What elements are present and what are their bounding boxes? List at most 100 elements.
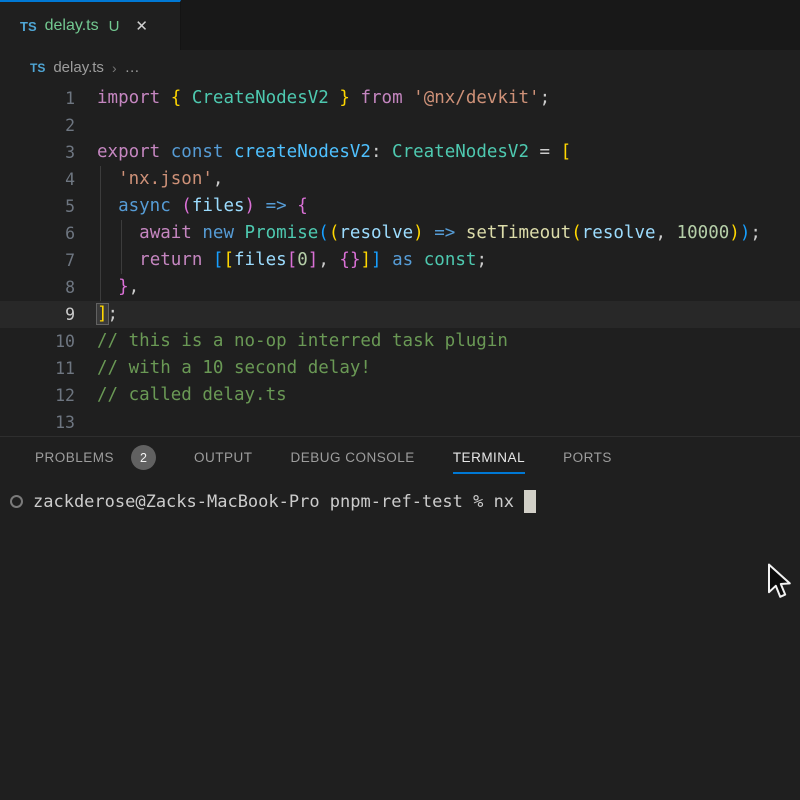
- code-token: return: [139, 250, 213, 270]
- code-text[interactable]: export const createNodesV2: CreateNodesV…: [75, 139, 571, 166]
- code-token: [329, 88, 340, 108]
- line-number[interactable]: 9: [0, 305, 75, 324]
- line-number[interactable]: 8: [0, 278, 75, 297]
- code-token: ;: [476, 250, 487, 270]
- panel-tab-debug-console[interactable]: DEBUG CONSOLE: [291, 442, 415, 474]
- code-token: ]: [97, 304, 108, 324]
- panel-tab-label: TERMINAL: [453, 450, 525, 465]
- code-text[interactable]: ];: [75, 301, 118, 328]
- code-line[interactable]: 4 'nx.json',: [0, 166, 800, 193]
- code-token: {: [171, 88, 182, 108]
- code-token: ]: [361, 250, 372, 270]
- line-number[interactable]: 11: [0, 359, 75, 378]
- code-token: Promise: [245, 223, 319, 243]
- code-line[interactable]: 6 await new Promise((resolve) => setTime…: [0, 220, 800, 247]
- code-token: ;: [540, 88, 551, 108]
- line-number[interactable]: 2: [0, 116, 75, 135]
- code-token: CreateNodesV2: [192, 88, 329, 108]
- code-token: ,: [656, 223, 677, 243]
- code-token: // with a 10 second delay!: [97, 358, 371, 378]
- code-token: ): [729, 223, 740, 243]
- code-token: }: [118, 277, 129, 297]
- code-line[interactable]: 9];: [0, 301, 800, 328]
- code-line[interactable]: 5 async (files) => {: [0, 193, 800, 220]
- tab-delay-ts[interactable]: TS delay.ts U ✕: [0, 0, 181, 50]
- panel-tab-label: PROBLEMS: [35, 450, 114, 465]
- line-number[interactable]: 7: [0, 251, 75, 270]
- code-text[interactable]: return [[files[0], {}]] as const;: [75, 247, 487, 274]
- code-token: (: [181, 196, 192, 216]
- code-text[interactable]: // with a 10 second delay!: [75, 355, 371, 382]
- code-token: 'nx.json': [118, 169, 213, 189]
- code-token: as: [382, 250, 424, 270]
- code-token: (: [329, 223, 340, 243]
- code-line[interactable]: 2: [0, 112, 800, 139]
- panel-tab-terminal[interactable]: TERMINAL: [453, 442, 525, 474]
- code-token: createNodesV2: [234, 142, 371, 162]
- code-line[interactable]: 11 // with a 10 second delay!: [0, 355, 800, 382]
- code-token: ]: [371, 250, 382, 270]
- code-line[interactable]: 10// this is a no-op interred task plugi…: [0, 328, 800, 355]
- code-token: ;: [108, 304, 119, 324]
- line-number[interactable]: 13: [0, 413, 75, 432]
- code-line[interactable]: 7 return [[files[0], {}]] as const;: [0, 247, 800, 274]
- code-line[interactable]: 8 },: [0, 274, 800, 301]
- code-token: 0: [297, 250, 308, 270]
- line-number[interactable]: 5: [0, 197, 75, 216]
- code-token: 10000: [677, 223, 730, 243]
- close-icon[interactable]: ✕: [135, 17, 148, 35]
- code-token: [: [561, 142, 572, 162]
- code-token: (: [571, 223, 582, 243]
- panel-tab-label: OUTPUT: [194, 450, 253, 465]
- breadcrumb-file[interactable]: delay.ts: [53, 59, 104, 76]
- code-token: [350, 88, 361, 108]
- code-token: }: [339, 88, 350, 108]
- code-token: ]: [308, 250, 319, 270]
- code-text[interactable]: },: [75, 274, 139, 301]
- code-token: [: [213, 250, 224, 270]
- panel-tab-output[interactable]: OUTPUT: [194, 442, 253, 474]
- panel-tab-label: PORTS: [563, 450, 612, 465]
- code-token: :: [371, 142, 392, 162]
- command-decoration-icon: [10, 495, 23, 508]
- terminal-prompt: zackderose@Zacks-MacBook-Pro pnpm-ref-te…: [33, 492, 514, 512]
- tab-label: delay.ts: [45, 17, 99, 35]
- line-number[interactable]: 6: [0, 224, 75, 243]
- code-token: new: [202, 223, 244, 243]
- code-text[interactable]: // called delay.ts: [75, 382, 287, 409]
- line-number[interactable]: 4: [0, 170, 75, 189]
- code-token: from: [360, 88, 413, 108]
- code-text[interactable]: // this is a no-op interred task plugin: [75, 328, 508, 355]
- code-token: CreateNodesV2: [392, 142, 529, 162]
- code-text[interactable]: 'nx.json',: [75, 166, 223, 193]
- code-line[interactable]: 12// called delay.ts: [0, 382, 800, 409]
- problems-count-badge: 2: [131, 445, 156, 470]
- code-line[interactable]: 1import { CreateNodesV2 } from '@nx/devk…: [0, 85, 800, 112]
- line-number[interactable]: 3: [0, 143, 75, 162]
- line-number[interactable]: 1: [0, 89, 75, 108]
- code-token: await: [139, 223, 202, 243]
- code-line[interactable]: 3export const createNodesV2: CreateNodes…: [0, 139, 800, 166]
- code-token: {}: [339, 250, 360, 270]
- code-token: =>: [424, 223, 466, 243]
- line-number[interactable]: 12: [0, 386, 75, 405]
- code-token: '@nx/devkit': [413, 88, 539, 108]
- code-token: ): [413, 223, 424, 243]
- code-token: ,: [318, 250, 339, 270]
- breadcrumb-more[interactable]: …: [125, 59, 140, 76]
- code-token: const: [424, 250, 477, 270]
- panel-tab-problems[interactable]: PROBLEMS 2: [35, 437, 156, 479]
- bottom-panel: PROBLEMS 2 OUTPUT DEBUG CONSOLE TERMINAL PORT…: [0, 436, 800, 515]
- code-text[interactable]: import { CreateNodesV2 } from '@nx/devki…: [75, 85, 550, 112]
- code-token: ,: [213, 169, 224, 189]
- code-text[interactable]: await new Promise((resolve) => setTimeou…: [75, 220, 761, 247]
- code-text[interactable]: async (files) => {: [75, 193, 308, 220]
- code-line[interactable]: 13: [0, 409, 800, 436]
- panel-tab-ports[interactable]: PORTS: [563, 442, 612, 474]
- line-number[interactable]: 10: [0, 332, 75, 351]
- code-editor[interactable]: 1import { CreateNodesV2 } from '@nx/devk…: [0, 85, 800, 436]
- code-token: [97, 277, 118, 297]
- terminal[interactable]: zackderose@Zacks-MacBook-Pro pnpm-ref-te…: [0, 488, 800, 515]
- code-token: [: [287, 250, 298, 270]
- code-token: import: [97, 88, 171, 108]
